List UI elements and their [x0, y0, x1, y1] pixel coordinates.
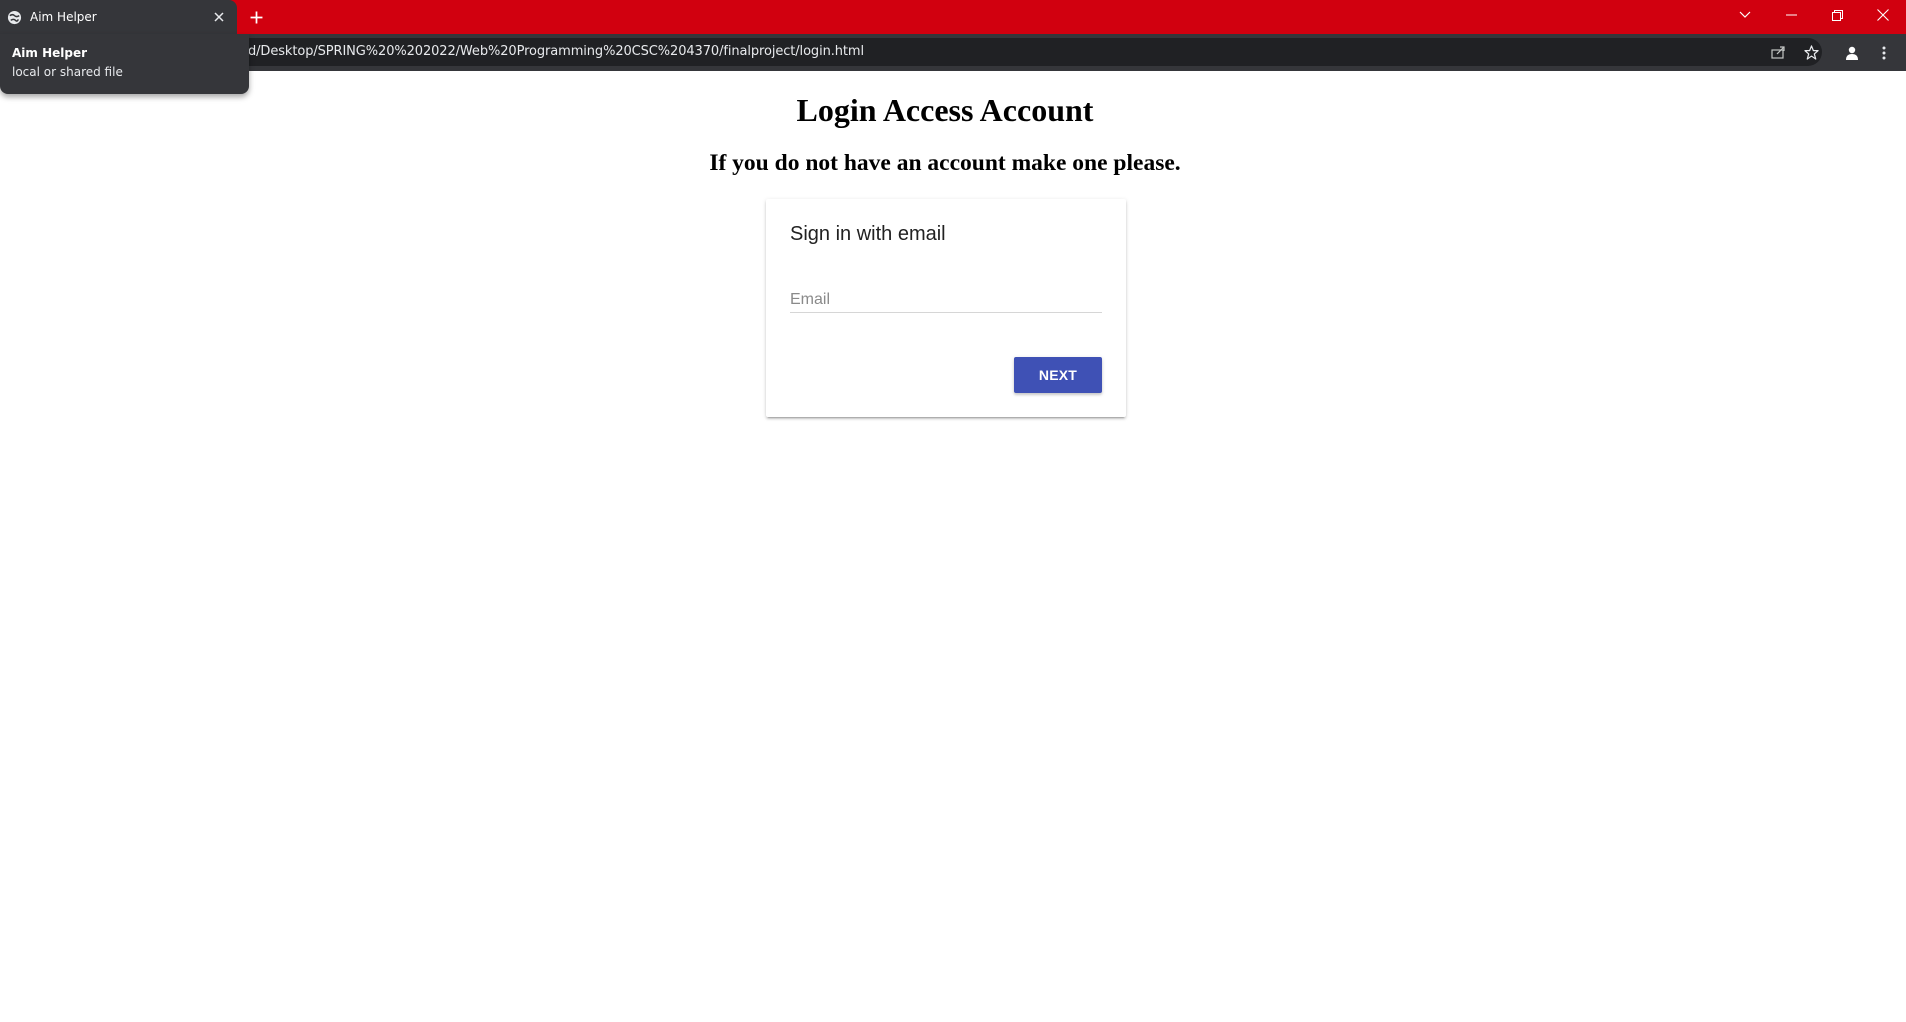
address-url[interactable]: d/Desktop/SPRING%20%202022/Web%20Program…	[248, 38, 864, 66]
page-subtitle: If you do not have an account make one p…	[709, 150, 1181, 176]
email-field-wrapper	[790, 287, 1102, 313]
email-field[interactable]	[790, 287, 1102, 312]
address-bar[interactable]: d/Desktop/SPRING%20%202022/Web%20Program…	[8, 38, 1822, 66]
tab-hover-subtitle: local or shared file	[12, 65, 123, 79]
browser-toolbar: d/Desktop/SPRING%20%202022/Web%20Program…	[0, 34, 1906, 71]
kebab-menu-icon[interactable]	[1874, 43, 1894, 63]
tab-strip: Aim Helper	[0, 0, 1906, 34]
globe-icon	[7, 10, 22, 25]
next-button[interactable]: NEXT	[1014, 357, 1102, 393]
page-title: Login Access Account	[796, 92, 1094, 128]
share-icon[interactable]	[1770, 43, 1788, 61]
close-icon[interactable]	[210, 8, 227, 25]
tab-hover-card: Aim Helper local or shared file	[0, 34, 249, 94]
bookmark-star-icon[interactable]	[1802, 43, 1820, 61]
browser-tab[interactable]: Aim Helper	[0, 0, 237, 34]
plus-icon[interactable]	[245, 6, 267, 28]
tab-search-icon[interactable]	[1722, 0, 1768, 30]
tab-title: Aim Helper	[30, 10, 97, 24]
minimize-icon[interactable]	[1768, 0, 1814, 30]
signin-heading: Sign in with email	[790, 223, 946, 245]
close-window-icon[interactable]	[1860, 0, 1906, 30]
signin-card: Sign in with email NEXT	[766, 199, 1126, 417]
restore-icon[interactable]	[1814, 0, 1860, 30]
profile-icon[interactable]	[1842, 43, 1862, 63]
tab-hover-title: Aim Helper	[12, 46, 88, 60]
